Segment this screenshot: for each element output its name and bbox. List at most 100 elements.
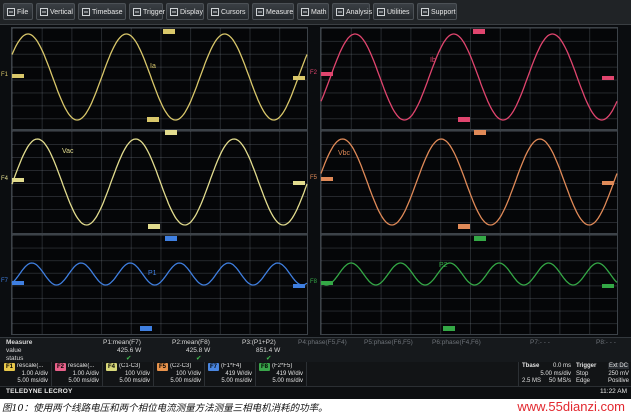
descriptor-f8[interactable]: F8 (F2*F5) 419 W/div 5.00 ms/div bbox=[257, 362, 307, 386]
offset-marker[interactable] bbox=[293, 76, 305, 80]
offset-marker[interactable] bbox=[602, 181, 614, 185]
level-tag[interactable] bbox=[474, 236, 486, 241]
trigger-title: Trigger bbox=[576, 363, 597, 369]
measure-row-status: status bbox=[6, 355, 24, 362]
trace-label-p2: P2 bbox=[439, 262, 448, 269]
trigger-descriptor[interactable]: Trigger Ext DC Stop 250 mV Edge Positive bbox=[573, 362, 631, 386]
timebase-samples: 2.5 MS bbox=[522, 378, 542, 384]
trace-ia bbox=[11, 33, 308, 121]
oscilloscope-window: File Vertical Timebase Trigger Display Cursor… bbox=[0, 0, 631, 399]
level-tag[interactable] bbox=[443, 326, 455, 331]
offset-marker[interactable] bbox=[12, 281, 24, 285]
descriptor-tag: F5 bbox=[157, 363, 168, 371]
descriptor-source: (C2-C3) bbox=[170, 363, 192, 369]
descriptor-vscale: 419 W/div bbox=[225, 371, 252, 377]
descriptor-vscale: 1.00 A/div bbox=[72, 371, 99, 377]
measure-p7-name[interactable]: P7:- - - bbox=[530, 339, 550, 346]
watermark: www.55dianzi.com bbox=[517, 399, 625, 414]
descriptor-source: (F2*F5) bbox=[272, 363, 293, 369]
descriptor-tag: F8 bbox=[259, 363, 270, 371]
trigger-mode: Ext DC bbox=[607, 363, 629, 369]
measure-p1-value: 425.6 W bbox=[117, 347, 142, 354]
trace-vac bbox=[11, 138, 308, 226]
offset-marker[interactable] bbox=[293, 284, 305, 288]
measure-p3-name[interactable]: P3:(P1+P2) bbox=[242, 339, 276, 346]
offset-marker[interactable] bbox=[12, 74, 24, 78]
trigger-state: Stop bbox=[576, 371, 589, 377]
descriptor-hscale: 5.00 ms/div bbox=[17, 378, 48, 384]
level-tag[interactable] bbox=[148, 224, 160, 229]
level-tag[interactable] bbox=[165, 236, 177, 241]
descriptor-f2[interactable]: F2 rescale(... 1.00 A/div 5.00 ms/div bbox=[53, 362, 103, 386]
timebase-title: Tbase bbox=[522, 363, 540, 369]
measure-p2-name[interactable]: P2:mean(F8) bbox=[172, 339, 210, 346]
marker-f7[interactable]: F7 bbox=[1, 278, 8, 284]
descriptor-tag: F7 bbox=[208, 363, 219, 371]
measure-table: Measure value status P1:mean(F7) 425.6 W… bbox=[0, 337, 631, 363]
level-tag[interactable] bbox=[140, 326, 152, 331]
trigger-level: 250 mV bbox=[608, 371, 629, 377]
descriptor-hscale: 5.00 ms/div bbox=[272, 378, 303, 384]
trace-label-p1: P1 bbox=[148, 270, 157, 277]
descriptor-tag: F2 bbox=[55, 363, 66, 371]
descriptor-f5[interactable]: F5 (C2-C3) 100 V/div 5.00 ms/div bbox=[155, 362, 205, 386]
descriptor-vscale: 1.00 A/div bbox=[21, 371, 48, 377]
offset-marker[interactable] bbox=[321, 72, 333, 76]
timebase-scale: 5.00 ms/div bbox=[540, 371, 571, 377]
timebase-delay: 0.0 ms bbox=[552, 363, 571, 369]
waveform-layer bbox=[11, 29, 618, 331]
brand-bar: TELEDYNE LECROY 11:22 AM bbox=[0, 386, 631, 399]
trace-ib bbox=[320, 33, 618, 121]
offset-marker[interactable] bbox=[602, 284, 614, 288]
descriptor-f1[interactable]: F1 rescale(... 1.00 A/div 5.00 ms/div bbox=[2, 362, 52, 386]
level-tag[interactable] bbox=[165, 130, 177, 135]
timebase-rate: 50 MS/s bbox=[548, 378, 571, 384]
trigger-slope: Positive bbox=[607, 378, 629, 384]
marker-f1[interactable]: F1 bbox=[1, 72, 8, 78]
descriptor-source: (F1*F4) bbox=[221, 363, 242, 369]
offset-marker[interactable] bbox=[321, 281, 333, 285]
measure-p1-name[interactable]: P1:mean(F7) bbox=[103, 339, 141, 346]
measure-p8-name[interactable]: P8:- - - bbox=[596, 339, 616, 346]
measure-p4-name[interactable]: P4:phase(F5,F4) bbox=[298, 339, 347, 346]
trigger-tag[interactable] bbox=[163, 29, 175, 34]
offset-marker[interactable] bbox=[602, 76, 614, 80]
level-tag[interactable] bbox=[474, 130, 486, 135]
marker-f5[interactable]: F5 bbox=[310, 175, 317, 181]
descriptor-f7[interactable]: F7 (F1*F4) 419 W/div 5.00 ms/div bbox=[206, 362, 256, 386]
offset-marker[interactable] bbox=[321, 177, 333, 181]
level-tag[interactable] bbox=[458, 117, 470, 122]
trace-p2 bbox=[320, 262, 618, 286]
marker-f4[interactable]: F4 bbox=[1, 176, 8, 182]
level-tag[interactable] bbox=[147, 117, 159, 122]
measure-row-value: value bbox=[6, 347, 22, 354]
trace-label-ia: Ia bbox=[150, 63, 156, 70]
trace-p1 bbox=[11, 262, 308, 286]
trigger-type: Edge bbox=[576, 378, 591, 384]
marker-f2[interactable]: F2 bbox=[310, 70, 317, 76]
measure-p5-name[interactable]: P5:phase(F6,F5) bbox=[364, 339, 413, 346]
trigger-tag[interactable] bbox=[473, 29, 485, 34]
descriptor-tag: F1 bbox=[4, 363, 15, 371]
check-icon: ✔ bbox=[126, 355, 132, 362]
measure-title: Measure bbox=[6, 339, 33, 346]
marker-f8[interactable]: F8 bbox=[310, 279, 317, 285]
timebase-descriptor[interactable]: Tbase 0.0 ms 5.00 ms/div 2.5 MS 50 MS/s bbox=[518, 362, 573, 386]
descriptor-vscale: 419 W/div bbox=[276, 371, 303, 377]
descriptor-source: rescale(... bbox=[68, 363, 95, 369]
descriptor-hscale: 5.00 ms/div bbox=[170, 378, 201, 384]
descriptor-tag: F4 bbox=[106, 363, 117, 371]
descriptor-hscale: 5.00 ms/div bbox=[221, 378, 252, 384]
measure-p3-value: 851.4 W bbox=[256, 347, 281, 354]
measure-p6-name[interactable]: P6:phase(F4,F6) bbox=[432, 339, 481, 346]
offset-marker[interactable] bbox=[12, 178, 24, 182]
clock: 11:22 AM bbox=[600, 388, 627, 395]
level-tag[interactable] bbox=[458, 224, 470, 229]
offset-marker[interactable] bbox=[293, 181, 305, 185]
measure-p2-value: 425.8 W bbox=[186, 347, 211, 354]
check-icon: ✔ bbox=[196, 355, 202, 362]
descriptor-vscale: 100 V/div bbox=[175, 371, 201, 377]
descriptor-vscale: 100 V/div bbox=[124, 371, 150, 377]
descriptor-f4[interactable]: F4 (C1-C3) 100 V/div 5.00 ms/div bbox=[104, 362, 154, 386]
descriptor-source: (C1-C3) bbox=[119, 363, 141, 369]
